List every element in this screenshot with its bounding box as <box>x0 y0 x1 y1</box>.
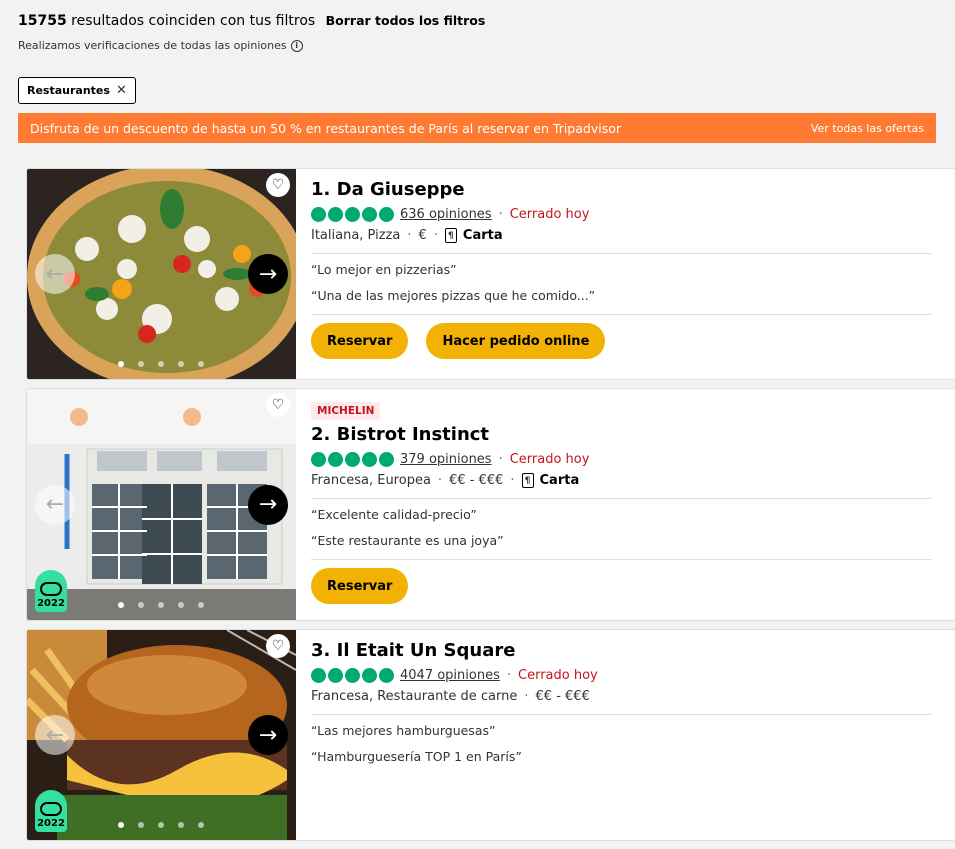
rating-bubbles <box>311 452 394 467</box>
filter-chip-label: Restaurantes <box>27 84 110 97</box>
reviews-link[interactable]: 379 opiniones <box>400 452 492 467</box>
carousel-dot[interactable] <box>158 822 164 828</box>
arrow-left-icon[interactable]: ← <box>35 715 75 755</box>
info-icon[interactable]: i <box>290 39 303 52</box>
arrow-left-icon[interactable]: ← <box>35 484 75 525</box>
travelers-choice-award-icon: 2022 <box>35 790 67 832</box>
carousel-dot[interactable] <box>118 361 124 367</box>
rating-bubbles <box>311 207 394 222</box>
status-text: Cerrado hoy <box>509 452 590 467</box>
results-count: 15755 <box>18 13 67 29</box>
price-text: €€ - €€€ <box>449 473 504 488</box>
arrow-right-icon[interactable]: → <box>248 484 288 525</box>
restaurant-title[interactable]: 3. Il Etait Un Square <box>311 640 931 662</box>
price-text: € <box>418 228 427 243</box>
arrow-right-icon[interactable]: → <box>248 715 288 755</box>
carousel-dot[interactable] <box>198 361 204 367</box>
verification-text: Realizamos verificaciones de todas las o… <box>18 39 287 52</box>
cuisine-row: Francesa, Restaurante de carne · €€ - €€… <box>311 689 590 704</box>
restaurant-photo[interactable]: ♡ ← → 2022 <box>27 630 296 840</box>
restaurant-title[interactable]: 1. Da Giuseppe <box>311 179 931 201</box>
filter-chip-restaurantes[interactable]: Restaurantes ✕ <box>18 77 136 104</box>
arrow-left-icon[interactable]: ← <box>35 254 75 294</box>
carousel-dot[interactable] <box>178 361 184 367</box>
review-quote[interactable]: “Excelente calidad-precio” <box>311 507 931 523</box>
see-offers-link[interactable]: Ver todas las ofertas <box>811 122 924 135</box>
carousel-dot[interactable] <box>138 822 144 828</box>
cuisine-text: Francesa, Europea <box>311 473 431 488</box>
carousel-dot[interactable] <box>118 822 124 828</box>
review-quote[interactable]: “Una de las mejores pizzas que he comido… <box>311 288 931 304</box>
cuisine-text: Italiana, Pizza <box>311 228 401 243</box>
rating-row: 4047 opiniones · Cerrado hoy <box>311 668 931 683</box>
reviews-link[interactable]: 4047 opiniones <box>400 668 500 683</box>
close-icon[interactable]: ✕ <box>116 83 127 98</box>
carousel-dot[interactable] <box>118 602 124 608</box>
verification-note: Realizamos verificaciones de todas las o… <box>18 39 303 52</box>
carousel-dot[interactable] <box>178 602 184 608</box>
clear-filters-link[interactable]: Borrar todos los filtros <box>326 13 486 28</box>
review-quote[interactable]: “Lo mejor en pizzerias” <box>311 262 931 278</box>
results-text: resultados coinciden con tus filtros <box>71 13 316 29</box>
promo-banner: Disfruta de un descuento de hasta un 50 … <box>18 113 936 143</box>
carousel-dot[interactable] <box>198 602 204 608</box>
reserve-button[interactable]: Reservar <box>311 323 409 359</box>
michelin-badge: MICHELIN <box>311 402 381 420</box>
carousel-dots <box>118 361 204 367</box>
restaurant-card[interactable]: ♡ ← → 2022 3. Il Etait Un Square 4047 op… <box>26 629 955 841</box>
heart-icon[interactable]: ♡ <box>266 393 290 417</box>
carousel-dot[interactable] <box>158 361 164 367</box>
status-text: Cerrado hoy <box>518 668 598 683</box>
rating-bubbles <box>311 668 394 683</box>
menu-icon: ¶ <box>444 228 457 243</box>
cuisine-text: Francesa, Restaurante de carne <box>311 689 518 704</box>
review-quote[interactable]: “Hamburguesería TOP 1 en París” <box>311 749 931 765</box>
carousel-dot[interactable] <box>138 602 144 608</box>
status-text: Cerrado hoy <box>509 207 590 222</box>
rating-row: 379 opiniones · Cerrado hoy <box>311 452 931 467</box>
cuisine-row: Francesa, Europea · €€ - €€€ · ¶ Carta <box>311 473 580 488</box>
arrow-right-icon[interactable]: → <box>248 254 288 294</box>
restaurant-title[interactable]: 2. Bistrot Instinct <box>311 424 931 446</box>
price-text: €€ - €€€ <box>535 689 590 704</box>
order-online-button[interactable]: Hacer pedido online <box>426 323 606 359</box>
carousel-dot[interactable] <box>138 361 144 367</box>
restaurant-photo[interactable]: ♡ ← → <box>27 169 296 379</box>
carousel-dot[interactable] <box>198 822 204 828</box>
carousel-dots <box>118 822 204 828</box>
restaurant-card[interactable]: ♡ ← → 2022 MICHELIN 2. Bistrot Instinct … <box>26 388 955 621</box>
reserve-button[interactable]: Reservar <box>311 568 409 604</box>
award-year: 2022 <box>37 598 65 609</box>
menu-link[interactable]: Carta <box>540 473 580 488</box>
cuisine-row: Italiana, Pizza · € · ¶ Carta <box>311 228 503 243</box>
review-quote[interactable]: “Las mejores hamburguesas” <box>311 723 931 739</box>
promo-text: Disfruta de un descuento de hasta un 50 … <box>30 120 622 136</box>
travelers-choice-award-icon: 2022 <box>35 570 67 612</box>
carousel-dot[interactable] <box>158 602 164 608</box>
review-quote[interactable]: “Este restaurante es una joya” <box>311 533 931 549</box>
reviews-link[interactable]: 636 opiniones <box>400 207 492 222</box>
restaurant-card[interactable]: ♡ ← → 1. Da Giuseppe 636 opiniones · Cer… <box>26 168 955 380</box>
restaurant-photo[interactable]: ♡ ← → 2022 <box>27 389 296 620</box>
results-summary: 15755 resultados coinciden con tus filtr… <box>18 12 485 30</box>
heart-icon[interactable]: ♡ <box>266 173 290 197</box>
menu-icon: ¶ <box>521 473 534 488</box>
heart-icon[interactable]: ♡ <box>266 634 290 658</box>
menu-link[interactable]: Carta <box>463 228 503 243</box>
carousel-dots <box>118 602 204 608</box>
carousel-dot[interactable] <box>178 822 184 828</box>
award-year: 2022 <box>37 818 65 829</box>
rating-row: 636 opiniones · Cerrado hoy <box>311 207 931 222</box>
